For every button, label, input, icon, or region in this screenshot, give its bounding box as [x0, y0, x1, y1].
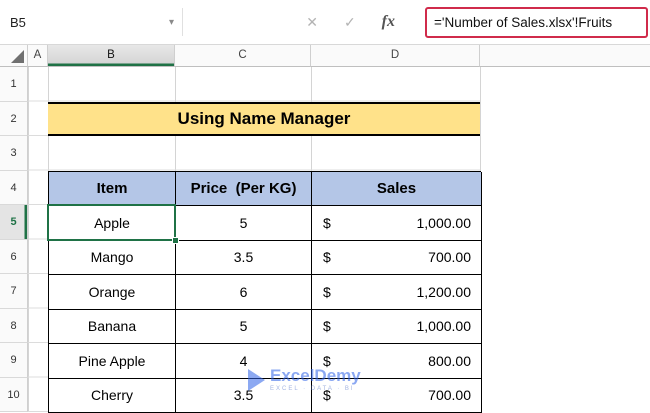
cell-price[interactable]: 5 [176, 206, 312, 241]
row-header-8[interactable]: 8 [0, 309, 28, 344]
currency-symbol: $ [323, 318, 331, 334]
cell-sales[interactable]: $1,200.00 [312, 275, 482, 310]
row-header-5[interactable]: 5 [0, 205, 28, 240]
table-header-sales[interactable]: Sales [312, 172, 482, 207]
cancel-icon[interactable]: ✕ [306, 14, 318, 31]
formula-text: ='Number of Sales.xlsx'!Fruits [434, 15, 612, 30]
cell-price[interactable]: 5 [176, 310, 312, 345]
sales-amount: 700.00 [428, 249, 471, 265]
column-header-rest [480, 45, 650, 67]
excel-window: B5 ▾ ✕ ✓ fx ='Number of Sales.xlsx'!Frui… [0, 0, 650, 412]
title-banner[interactable]: Using Name Manager [48, 102, 480, 137]
sales-amount: 800.00 [428, 353, 471, 369]
cell-sales[interactable]: $1,000.00 [312, 206, 482, 241]
formula-input[interactable]: ='Number of Sales.xlsx'!Fruits [425, 7, 648, 38]
cell-price[interactable]: 4 [176, 344, 312, 379]
name-box-dropdown-icon[interactable]: ▾ [169, 17, 174, 28]
fruit-table: Item Price (Per KG) Sales Apple5$1,000.0… [48, 171, 481, 413]
cell-item[interactable]: Orange [49, 275, 176, 310]
column-header-c[interactable]: C [175, 45, 311, 67]
row-header-2[interactable]: 2 [0, 102, 28, 137]
row-header-9[interactable]: 9 [0, 343, 28, 378]
sales-amount: 1,200.00 [417, 284, 472, 300]
row-header-1[interactable]: 1 [0, 67, 28, 102]
column-header-a[interactable]: A [28, 45, 48, 67]
currency-symbol: $ [323, 249, 331, 265]
formula-bar-buttons: ✕ ✓ fx [183, 0, 425, 44]
cell-price[interactable]: 6 [176, 275, 312, 310]
table-header-item[interactable]: Item [49, 172, 176, 207]
insert-function-icon[interactable]: fx [382, 13, 395, 31]
select-all-icon [11, 50, 24, 63]
cell-item[interactable]: Cherry [49, 379, 176, 413]
currency-symbol: $ [323, 215, 331, 231]
sales-amount: 1,000.00 [417, 215, 472, 231]
cell-sales[interactable]: $700.00 [312, 241, 482, 276]
row-header-3[interactable]: 3 [0, 136, 28, 171]
currency-symbol: $ [323, 284, 331, 300]
cell-sales[interactable]: $800.00 [312, 344, 482, 379]
currency-symbol: $ [323, 353, 331, 369]
column-header-d[interactable]: D [311, 45, 480, 67]
cell-item[interactable]: Mango [49, 241, 176, 276]
cell-price[interactable]: 3.5 [176, 241, 312, 276]
enter-icon[interactable]: ✓ [344, 14, 356, 31]
select-all-corner[interactable] [0, 45, 28, 67]
currency-symbol: $ [323, 387, 331, 403]
name-box-value: B5 [10, 15, 26, 30]
cell-sales[interactable]: $700.00 [312, 379, 482, 413]
formula-toolbar: B5 ▾ ✕ ✓ fx ='Number of Sales.xlsx'!Frui… [0, 0, 650, 45]
column-header-b[interactable]: B [48, 45, 175, 67]
cell-sales[interactable]: $1,000.00 [312, 310, 482, 345]
sales-amount: 1,000.00 [417, 318, 472, 334]
row-header-4[interactable]: 4 [0, 171, 28, 206]
cell-item[interactable]: Pine Apple [49, 344, 176, 379]
row-header-10[interactable]: 10 [0, 378, 28, 413]
cell-price[interactable]: 3.5 [176, 379, 312, 413]
name-box[interactable]: B5 ▾ [0, 7, 182, 37]
worksheet: A B C D 1 2 3 4 5 6 7 8 9 10 Using Name … [0, 45, 650, 412]
cell-item[interactable]: Apple [49, 206, 176, 241]
row-header-6[interactable]: 6 [0, 240, 28, 275]
sales-amount: 700.00 [428, 387, 471, 403]
cell-item[interactable]: Banana [49, 310, 176, 345]
table-header-price[interactable]: Price (Per KG) [176, 172, 312, 207]
row-header-7[interactable]: 7 [0, 274, 28, 309]
